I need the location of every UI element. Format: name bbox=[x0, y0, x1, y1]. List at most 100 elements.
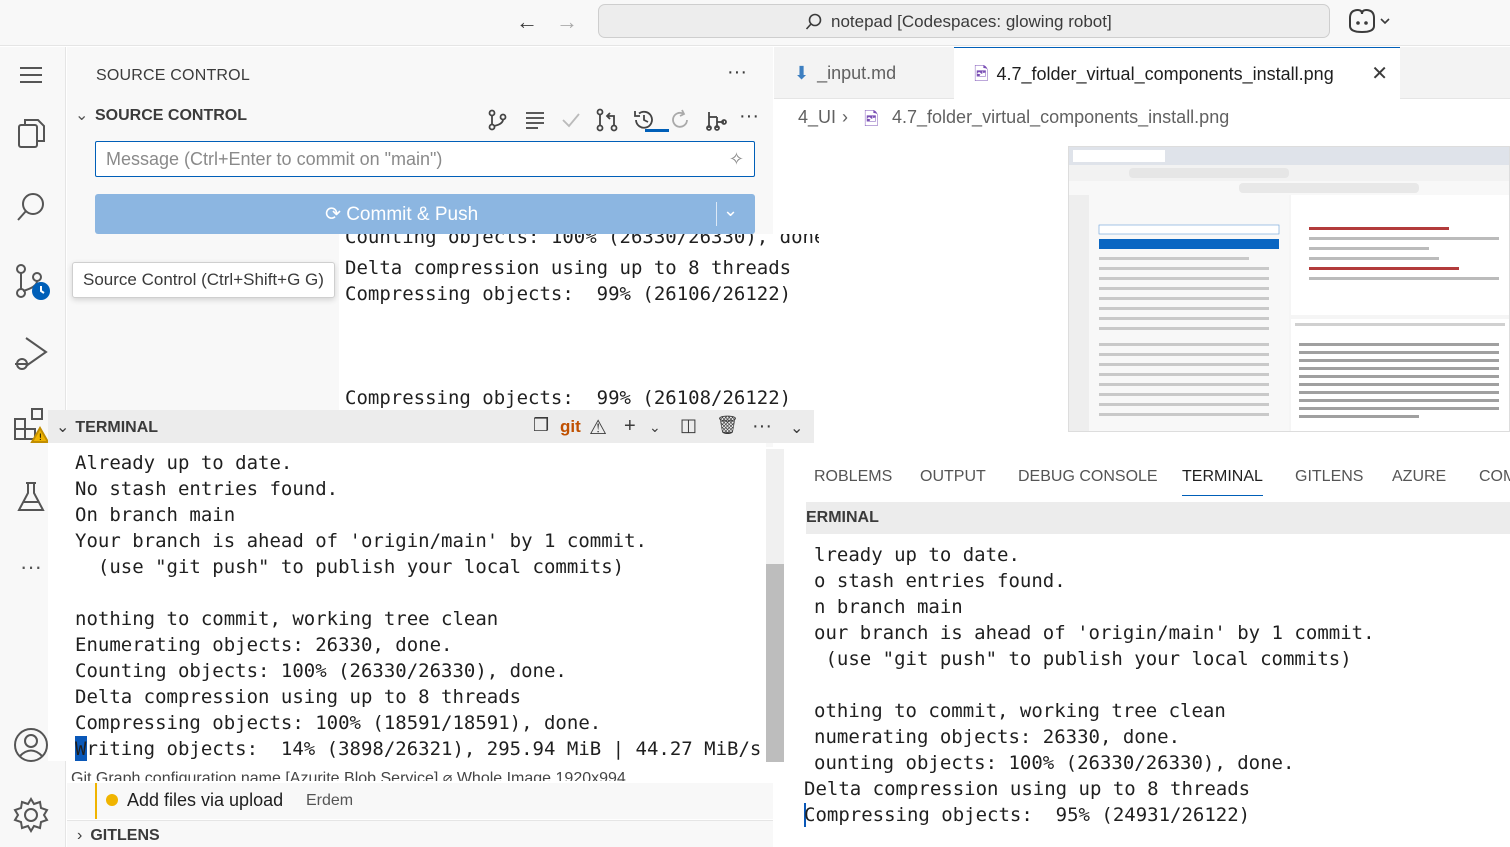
terminal-line: No stash entries found. bbox=[75, 478, 339, 500]
account-icon[interactable] bbox=[9, 723, 53, 767]
chevron-down-icon[interactable]: ⌄ bbox=[649, 419, 661, 436]
terminal-line: Enumerating objects: 26330, done. bbox=[75, 634, 453, 656]
terminal-line: On branch main bbox=[75, 504, 236, 526]
list-view-icon[interactable] bbox=[522, 107, 548, 133]
terminal-line: (use "git push" to publish your local co… bbox=[75, 556, 625, 578]
refresh-icon[interactable] bbox=[667, 107, 693, 133]
split-terminal-icon[interactable]: ◫ bbox=[680, 415, 697, 436]
terminal-line: Counting objects: 100% (26330/26330), do… bbox=[345, 234, 819, 248]
tab-terminal[interactable]: TERMINAL bbox=[1182, 468, 1263, 496]
button-divider bbox=[716, 202, 717, 226]
chevron-down-icon[interactable]: ⌄ bbox=[790, 418, 803, 438]
terminal-more-icon[interactable]: ··· bbox=[752, 415, 772, 438]
commit-check-icon[interactable] bbox=[558, 107, 584, 133]
pull-request-icon[interactable] bbox=[594, 107, 620, 133]
shell-label[interactable]: git bbox=[560, 417, 581, 437]
terminal-line: Your branch is ahead of 'origin/main' by… bbox=[75, 530, 647, 552]
chevron-down-icon[interactable]: ⌄ bbox=[723, 200, 738, 221]
terminal-line: Counting objects: 100% (26330/26330), do… bbox=[75, 660, 567, 682]
terminal-line: Writing objects: 14% (3898/26321), 295.9… bbox=[75, 738, 762, 760]
view-more-icon[interactable]: ··· bbox=[727, 61, 747, 84]
tab-input-md[interactable]: ⬇ _input.md bbox=[774, 47, 954, 99]
more-icon[interactable]: ··· bbox=[9, 545, 53, 589]
commit-push-button[interactable]: ⟳ Commit & Push ⌄ bbox=[95, 194, 755, 234]
terminal-scrollbar-thumb[interactable] bbox=[766, 564, 784, 762]
commit-push-label: Commit & Push bbox=[346, 204, 479, 225]
tab-azure[interactable]: AZURE bbox=[1392, 468, 1446, 486]
search-icon[interactable] bbox=[9, 185, 53, 229]
commit-author: Erdem bbox=[306, 792, 354, 809]
right-terminal-header: ERMINAL bbox=[806, 502, 1510, 534]
tab-png[interactable]: 🖻 4.7_folder_virtual_components_install.p… bbox=[954, 47, 1400, 99]
terminal-line: our branch is ahead of 'origin/main' by … bbox=[814, 622, 1375, 644]
terminal-line: Compressing objects: 99% (26106/26122) bbox=[345, 283, 792, 305]
terminal-line: nothing to commit, working tree clean bbox=[75, 608, 499, 630]
commit-message-field[interactable] bbox=[96, 142, 696, 176]
status-strip-text: Git Graph configuration name [Azurite Bl… bbox=[71, 770, 626, 781]
right-terminal-output[interactable]: lready up to date. o stash entries found… bbox=[786, 540, 1510, 847]
settings-gear-icon[interactable] bbox=[9, 793, 53, 837]
svg-text:!: ! bbox=[39, 433, 43, 443]
forward-arrow-icon[interactable]: → bbox=[552, 8, 582, 36]
scm-section-header[interactable]: ⌄ SOURCE CONTROL bbox=[75, 105, 247, 125]
image-preview bbox=[1068, 146, 1510, 432]
sparkle-icon[interactable]: ✧ bbox=[729, 149, 744, 170]
close-icon[interactable]: ✕ bbox=[1371, 48, 1388, 100]
tab-output[interactable]: OUTPUT bbox=[920, 468, 986, 486]
explorer-icon[interactable] bbox=[9, 111, 53, 155]
terminal-line: lready up to date. bbox=[814, 544, 1020, 566]
copilot-icon[interactable] bbox=[1346, 6, 1396, 36]
terminal-line: Delta compression using up to 8 threads bbox=[804, 778, 1251, 800]
terminal-line: ounting objects: 100% (26330/26330), don… bbox=[814, 752, 1295, 774]
background-terminal-output: Counting objects: 100% (26330/26330), do… bbox=[339, 234, 819, 410]
gitlens-title: GITLENS bbox=[90, 827, 160, 844]
terminal-line: numerating objects: 26330, done. bbox=[814, 726, 1181, 748]
tab-label: 4.7_folder_virtual_components_install.pn… bbox=[996, 64, 1334, 84]
graph-line bbox=[95, 783, 97, 819]
sync-icon: ⟳ bbox=[325, 204, 341, 225]
package-icon: ❒ bbox=[533, 415, 550, 435]
warning-icon[interactable]: ⚠ bbox=[589, 415, 607, 440]
scm-section-title: SOURCE CONTROL bbox=[95, 107, 247, 124]
markdown-icon: ⬇ bbox=[794, 63, 810, 83]
terminal-header: ⌄ TERMINAL ❒ git ⚠ + ⌄ ◫ 🗑 ··· ⌄ bbox=[48, 410, 814, 443]
chevron-down-icon: ⌄ bbox=[75, 107, 89, 124]
clipped-status-strip: Git Graph configuration name [Azurite Bl… bbox=[48, 765, 808, 781]
terminal-title: TERMINAL bbox=[75, 419, 159, 436]
tab-gitlens[interactable]: GITLENS bbox=[1295, 468, 1363, 486]
extensions-icon[interactable]: ! bbox=[9, 403, 53, 447]
right-terminal-title: ERMINAL bbox=[806, 509, 879, 526]
menu-icon[interactable] bbox=[9, 53, 53, 97]
image-icon: 🖻 bbox=[974, 64, 989, 84]
tab-label: _input.md bbox=[817, 63, 897, 83]
terminal-line: Compressing objects: 95% (24931/26122) bbox=[804, 804, 1251, 826]
breadcrumb-file[interactable]: 4.7_folder_virtual_components_install.pn… bbox=[892, 107, 1229, 128]
chevron-right-icon: › bbox=[842, 107, 848, 127]
scm-more-icon[interactable]: ··· bbox=[739, 105, 759, 128]
back-arrow-icon[interactable]: ← bbox=[512, 8, 542, 36]
commit-message-input[interactable]: ✧ bbox=[95, 141, 755, 177]
commit-dot bbox=[106, 794, 118, 806]
testing-icon[interactable] bbox=[9, 475, 53, 519]
terminal-line: (use "git push" to publish your local co… bbox=[814, 648, 1352, 670]
graph-commit-item[interactable]: Add files via upload Erdem bbox=[67, 783, 773, 819]
breadcrumb: 4_UI › 🖻 4.7_folder_virtual_components_i… bbox=[774, 100, 1510, 136]
trash-icon[interactable]: 🗑 bbox=[716, 415, 739, 436]
image-icon: 🖻 bbox=[864, 109, 879, 129]
branch-tree-icon[interactable] bbox=[703, 107, 729, 133]
tab-problems[interactable]: ROBLEMS bbox=[814, 468, 892, 486]
breadcrumb-folder[interactable]: 4_UI bbox=[798, 107, 836, 128]
source-control-icon[interactable] bbox=[9, 259, 53, 303]
gitlens-section-header[interactable]: › GITLENS bbox=[67, 820, 773, 847]
chevron-down-icon[interactable]: ⌄ bbox=[56, 419, 69, 436]
tab-debug-console[interactable]: DEBUG CONSOLE bbox=[1018, 468, 1158, 486]
run-debug-icon[interactable] bbox=[9, 331, 53, 375]
add-terminal-icon[interactable]: + bbox=[624, 415, 636, 438]
terminal-line: othing to commit, working tree clean bbox=[814, 700, 1226, 722]
command-center-search[interactable]: notepad [Codespaces: glowing robot] bbox=[598, 4, 1330, 38]
tab-comments[interactable]: COM bbox=[1479, 468, 1510, 486]
view-graph-icon[interactable] bbox=[485, 107, 511, 133]
panel-tabs: ROBLEMS OUTPUT DEBUG CONSOLE TERMINAL GI… bbox=[786, 458, 1510, 500]
terminal-output[interactable]: Already up to date. No stash entries fou… bbox=[48, 443, 766, 761]
terminal-line: n branch main bbox=[814, 596, 963, 618]
